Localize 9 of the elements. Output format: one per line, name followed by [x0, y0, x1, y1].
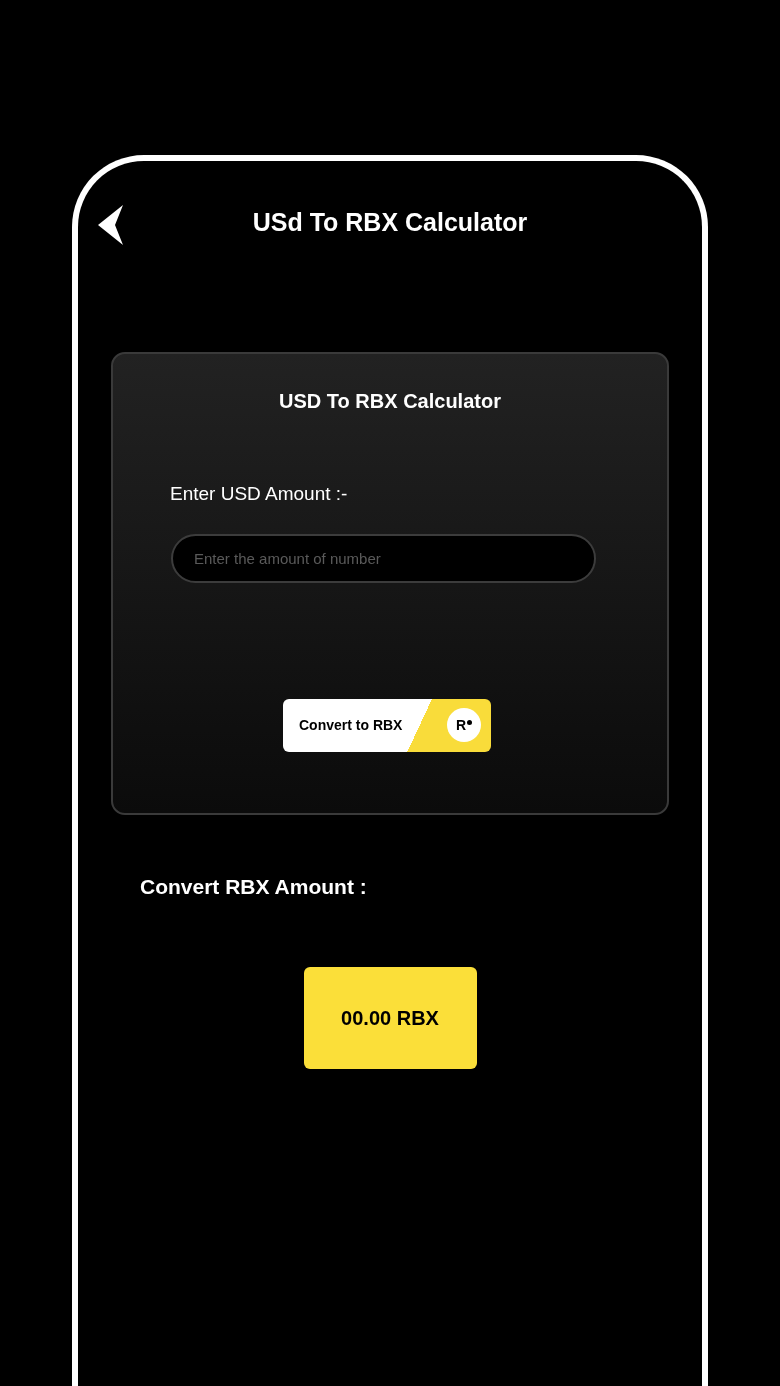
result-value: 00.00 RBX [303, 966, 477, 1069]
page-title: USd To RBX Calculator [252, 207, 528, 239]
back-icon[interactable] [96, 203, 126, 247]
field-label: Enter USD Amount :- [170, 482, 349, 506]
result-label: Convert RBX Amount : [140, 874, 368, 900]
amount-input[interactable]: Enter the amount of number [171, 533, 596, 583]
logo-badge: R [447, 708, 481, 742]
convert-button[interactable]: Convert to RBX R [283, 698, 491, 752]
card-title: USD To RBX Calculator [278, 389, 502, 414]
